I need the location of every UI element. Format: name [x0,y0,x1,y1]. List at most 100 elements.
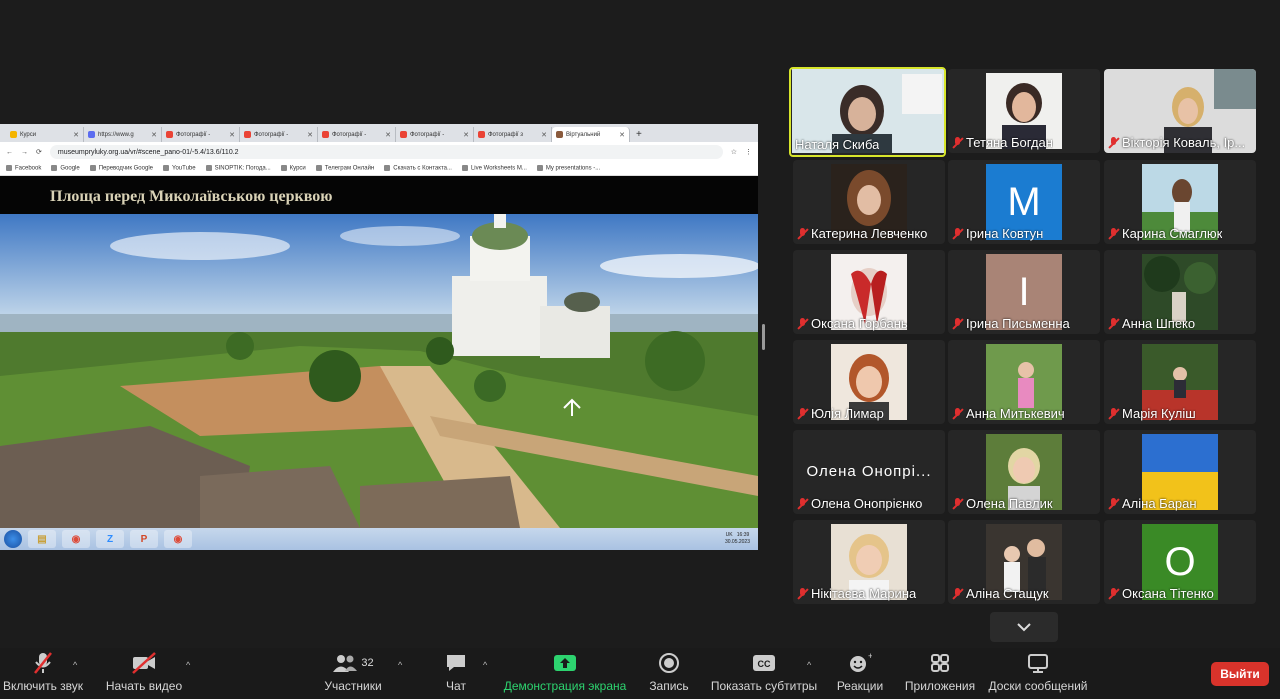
bookmark[interactable]: Телеграм Онлайн [316,165,374,172]
forward-icon[interactable]: → [21,149,28,156]
close-icon[interactable]: ✕ [619,131,625,139]
participant-tile[interactable]: Юлія Лимар [793,340,945,424]
bookmark[interactable]: Курси [281,165,306,172]
participant-tile[interactable]: Олена Онопрі... Олена Онопрієнко [793,430,945,514]
apps-button[interactable]: Приложения [903,648,977,699]
video-options-caret-icon[interactable]: ^ [186,660,190,670]
bookmark[interactable]: Переводчик Google [90,165,153,172]
participant-tile[interactable]: Карина Смаглюк [1104,160,1256,244]
browser-tab[interactable]: Фотографії - ✕ [162,127,240,142]
apps-icon [931,654,949,672]
participant-tile[interactable]: I Ірина Письменна [948,250,1100,334]
participant-tile[interactable]: Нікітаєва Марина [793,520,945,604]
browser-tab[interactable]: Курси ✕ [6,127,84,142]
file-explorer-icon[interactable]: ▤ [28,530,56,548]
close-icon[interactable]: ✕ [151,131,157,139]
participant-name: Нікітаєва Марина [797,586,916,601]
participant-tile[interactable]: Анна Шпеко [1104,250,1256,334]
participant-tile[interactable]: Олена Павлик [948,430,1100,514]
participant-tile[interactable]: Оксана Горбань [793,250,945,334]
bookmark[interactable]: SINOPTIK: Погода... [206,165,271,172]
captions-button[interactable]: CC Показать субтитры [711,648,817,699]
captions-options-caret-icon[interactable]: ^ [807,660,811,670]
participant-tile[interactable]: Аліна Стащук [948,520,1100,604]
bookmark[interactable]: My presentations -... [537,165,600,172]
panel-splitter-handle[interactable] [762,324,765,350]
close-icon[interactable]: ✕ [229,131,235,139]
audio-options-caret-icon[interactable]: ^ [73,660,77,670]
muted-mic-icon [952,317,963,330]
participant-tile[interactable]: Вікторія Коваль, Ір... [1104,69,1256,153]
unmute-button[interactable]: Включить звук [3,648,83,699]
start-icon[interactable] [4,530,22,548]
participant-name: Карина Смаглюк [1108,226,1222,241]
bookmark[interactable]: Live Worksheets M... [462,165,527,172]
back-icon[interactable]: ← [6,149,13,156]
star-icon[interactable]: ☆ [731,148,737,156]
browser-tab[interactable]: Фотографії - ✕ [240,127,318,142]
start-video-button[interactable]: Начать видео [104,648,184,699]
favicon-icon [400,131,407,138]
shared-screen: Курси ✕ https://www.g ✕ Фотографії - ✕ Фото… [0,124,758,550]
chrome-icon[interactable]: ◉ [62,530,90,548]
participant-name: Ірина Письменна [952,316,1070,331]
address-bar-row: ← → ⟳ museumpryluky.org.ua/vr/#scene_pan… [0,142,758,162]
participant-tile[interactable]: O Оксана Тітенко [1104,520,1256,604]
svg-text:+: + [868,652,872,661]
participant-name-placeholder: Олена Онопрі... [806,463,932,480]
participants-options-caret-icon[interactable]: ^ [398,660,402,670]
record-button[interactable]: Запись [646,648,692,699]
browser-tab[interactable]: Фотографії з ✕ [474,127,552,142]
svg-text:CC: CC [758,659,771,669]
close-icon[interactable]: ✕ [541,131,547,139]
reactions-button[interactable]: + Реакции [834,648,886,699]
chat-options-caret-icon[interactable]: ^ [483,660,487,670]
muted-mic-icon [1108,136,1119,149]
close-icon[interactable]: ✕ [307,131,313,139]
zoom-app-icon[interactable]: Z [96,530,124,548]
participant-tile[interactable]: Анна Митькевич [948,340,1100,424]
leave-meeting-button[interactable]: Выйти [1211,662,1269,686]
participant-tile-active-speaker[interactable]: Наталя Скиба [789,67,946,157]
close-icon[interactable]: ✕ [385,131,391,139]
gallery-next-page-button[interactable] [990,612,1058,642]
extensions-icon[interactable]: ⋮ [745,148,752,156]
share-screen-button[interactable]: Демонстрация экрана [503,648,627,699]
browser-tab[interactable]: Фотографії - ✕ [396,127,474,142]
participant-tile[interactable]: Катерина Левченко [793,160,945,244]
powerpoint-icon[interactable]: P [130,530,158,548]
chrome-icon[interactable]: ◉ [164,530,192,548]
participants-button[interactable]: 32 Участники [322,648,384,699]
favicon-icon [88,131,95,138]
muted-mic-icon [952,587,963,600]
bookmark[interactable]: Скачать с Контакта... [384,165,452,172]
participant-tile[interactable]: Марія Куліш [1104,340,1256,424]
bookmarks-bar: Facebook Google Переводчик Google YouTub… [0,162,758,176]
reload-icon[interactable]: ⟳ [36,148,42,156]
muted-mic-icon [1108,587,1119,600]
whiteboards-button[interactable]: Доски сообщений [988,648,1088,699]
participant-tile[interactable]: M Ірина Ковтун [948,160,1100,244]
close-icon[interactable]: ✕ [73,131,79,139]
new-tab-button[interactable]: + [630,127,648,142]
participant-tile[interactable]: Тетяна Богдан [948,69,1100,153]
bookmark[interactable]: YouTube [163,165,196,172]
chat-button[interactable]: Чат [438,648,474,699]
muted-mic-icon [952,407,963,420]
participant-tile[interactable]: Аліна Баран [1104,430,1256,514]
system-clock: UK 16:39 30.05.2023 [724,532,750,545]
browser-tab[interactable]: https://www.g ✕ [84,127,162,142]
panorama-scene [0,206,758,528]
browser-tab[interactable]: Фотографії - ✕ [318,127,396,142]
muted-mic-icon [797,407,808,420]
bookmark[interactable]: Google [51,165,79,172]
muted-mic-icon [797,497,808,510]
close-icon[interactable]: ✕ [463,131,469,139]
bookmark[interactable]: Facebook [6,165,41,172]
url-field[interactable]: museumpryluky.org.ua/vr/#scene_pano-01/-… [49,145,723,159]
record-icon [659,653,679,673]
muted-mic-icon [1108,497,1119,510]
panorama-viewer[interactable]: Площа перед Миколаївською церквою [0,176,758,528]
muted-mic-icon [34,652,52,674]
browser-tab-active[interactable]: Віртуальний ✕ [552,127,630,142]
